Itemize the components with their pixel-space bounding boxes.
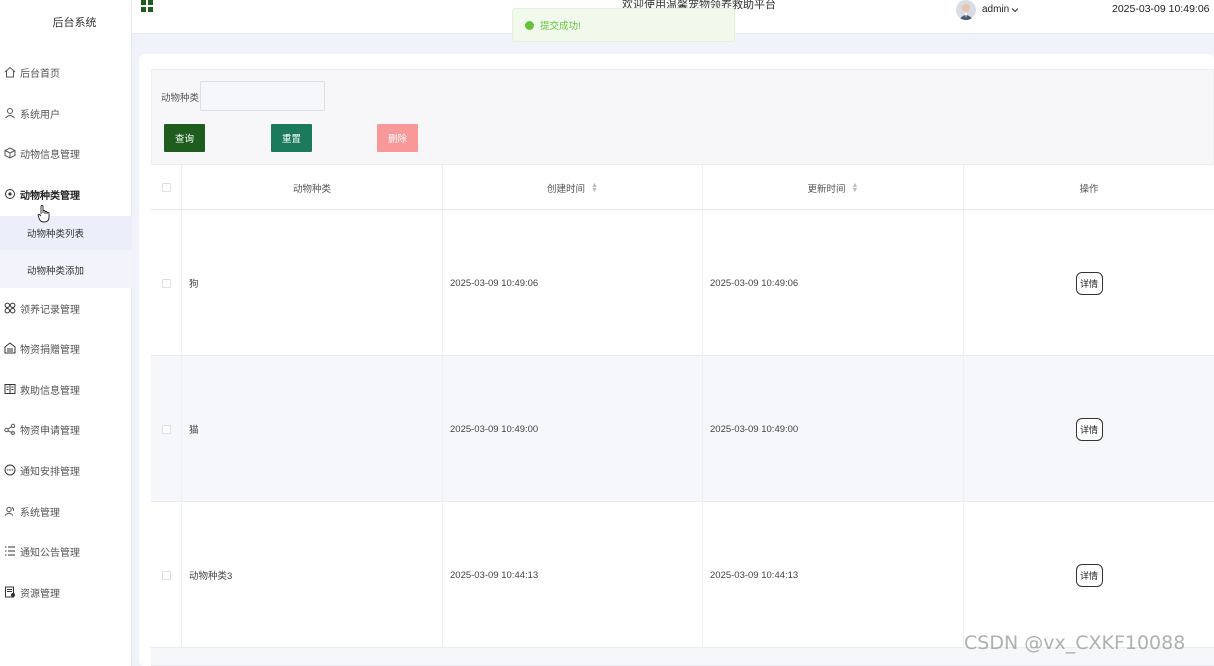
sidebar-item-label: 系统管理 xyxy=(20,507,60,519)
sidebar-item-animal-info[interactable]: 动物信息管理 xyxy=(0,141,132,165)
column-header-type: 动物种类 xyxy=(182,165,443,210)
table-row: 动物种类3 2025-03-09 10:44:13 2025-03-09 10:… xyxy=(151,502,1214,648)
column-header-label: 动物种类 xyxy=(292,183,331,195)
house-icon xyxy=(3,341,17,355)
sidebar-item-label: 后台首页 xyxy=(20,68,60,80)
sidebar-item-resources[interactable]: 资源管理 xyxy=(0,580,132,604)
sidebar-item-label: 物资申请管理 xyxy=(20,425,80,437)
cell-type: 动物种类3 xyxy=(182,502,443,648)
detail-button[interactable]: 详情 xyxy=(1075,563,1103,587)
sidebar-item-adoption[interactable]: 领养记录管理 xyxy=(0,296,132,320)
column-header-actions: 操作 xyxy=(964,165,1214,210)
submenu-item-label: 动物种类列表 xyxy=(27,229,85,240)
table-row: 狗 2025-03-09 10:49:06 2025-03-09 10:49:0… xyxy=(151,210,1214,356)
toast-message: 提交成功! xyxy=(540,21,581,32)
sidebar-item-label: 动物种类管理 xyxy=(20,190,80,202)
user-menu[interactable]: admin xyxy=(982,4,1019,15)
sidebar-item-notice-schedule[interactable]: 通知安排管理 xyxy=(0,458,132,482)
list-icon xyxy=(3,544,17,558)
book-icon xyxy=(3,382,17,396)
cell-actions: 详情 xyxy=(964,210,1214,356)
check-circle-icon xyxy=(525,20,534,30)
sidebar-item-supply-request[interactable]: 物资申请管理 xyxy=(0,417,132,441)
sidebar-item-label: 物资捐赠管理 xyxy=(20,344,80,356)
select-all-checkbox[interactable] xyxy=(161,183,171,192)
row-checkbox[interactable] xyxy=(161,570,171,580)
sort-icon[interactable]: ▲ ▼ xyxy=(852,182,859,194)
animal-type-search-input[interactable] xyxy=(200,81,325,111)
submenu-item-add[interactable]: 动物种类添加 xyxy=(0,253,132,287)
search-panel: 动物种类 查询 重置 删除 xyxy=(151,69,1214,165)
sidebar: 后台系统 后台首页 系统用户 动物信息管理 动物种类管理 动物种类列表 动物种类… xyxy=(0,0,132,666)
sidebar-item-label: 动物信息管理 xyxy=(20,149,80,161)
cell-created: 2025-03-09 10:44:13 xyxy=(443,502,703,648)
sidebar-item-label: 领养记录管理 xyxy=(20,304,80,316)
column-header-created[interactable]: 创建时间 ▲ ▼ xyxy=(443,165,703,210)
cell-created: 2025-03-09 10:49:00 xyxy=(443,356,703,502)
column-header-label: 更新时间 xyxy=(807,183,846,195)
sort-icon[interactable]: ▲ ▼ xyxy=(591,182,598,194)
row-select-cell xyxy=(151,502,182,648)
column-header-label: 创建时间 xyxy=(547,183,586,195)
cell-type: 狗 xyxy=(182,210,443,356)
target-icon xyxy=(3,187,17,201)
grid-circles-icon xyxy=(3,301,17,315)
query-button[interactable]: 查询 xyxy=(164,124,205,152)
user-icon xyxy=(3,106,17,120)
document-icon xyxy=(3,585,17,599)
cell-updated: 2025-03-09 10:44:13 xyxy=(703,502,964,648)
sidebar-item-animal-type[interactable]: 动物种类管理 xyxy=(0,182,132,206)
sidebar-item-label: 通知公告管理 xyxy=(20,547,80,559)
share-icon xyxy=(3,422,17,436)
sidebar-item-label: 系统用户 xyxy=(20,109,60,121)
chat-icon xyxy=(3,463,17,477)
chevron-down-icon xyxy=(1011,7,1019,12)
submenu-item-label: 动物种类添加 xyxy=(27,266,85,277)
row-select-cell xyxy=(151,356,182,502)
search-label: 动物种类 xyxy=(161,93,200,104)
brand-title: 后台系统 xyxy=(52,17,97,29)
row-checkbox[interactable] xyxy=(161,278,171,288)
sidebar-item-donation[interactable]: 物资捐赠管理 xyxy=(0,336,132,360)
submenu-animal-type: 动物种类列表 动物种类添加 xyxy=(0,216,132,288)
sidebar-item-home[interactable]: 后台首页 xyxy=(0,60,132,84)
sidebar-item-system[interactable]: 系统管理 xyxy=(0,499,132,523)
sidebar-item-label: 资源管理 xyxy=(20,588,60,600)
avatar[interactable] xyxy=(956,0,976,20)
animal-type-table: 动物种类 创建时间 ▲ ▼ 更新时间 ▲ ▼ 操作 狗 2025-03-09 10:… xyxy=(151,165,1214,666)
sidebar-item-label: 通知安排管理 xyxy=(20,466,80,478)
cell-actions: 详情 xyxy=(964,502,1214,648)
sidebar-item-system-users[interactable]: 系统用户 xyxy=(0,101,132,125)
header-select-all xyxy=(151,165,182,210)
hand-cursor-icon xyxy=(37,205,50,223)
detail-button[interactable]: 详情 xyxy=(1075,271,1103,295)
table-row: 猫 2025-03-09 10:49:00 2025-03-09 10:49:0… xyxy=(151,356,1214,502)
menu-toggle-icon[interactable] xyxy=(141,0,153,14)
cell-created: 2025-03-09 10:49:06 xyxy=(443,210,703,356)
success-toast: 提交成功! xyxy=(512,8,735,42)
table-header: 动物种类 创建时间 ▲ ▼ 更新时间 ▲ ▼ 操作 xyxy=(151,165,1214,210)
row-select-cell xyxy=(151,210,182,356)
reset-button[interactable]: 重置 xyxy=(271,124,312,152)
users-icon xyxy=(3,504,17,518)
cube-icon xyxy=(3,146,17,160)
current-datetime: 2025-03-09 10:49:06 xyxy=(1112,3,1210,15)
column-header-label: 操作 xyxy=(1079,183,1099,195)
delete-button[interactable]: 删除 xyxy=(377,124,418,152)
home-icon xyxy=(3,65,17,79)
sidebar-item-rescue[interactable]: 救助信息管理 xyxy=(0,377,132,401)
username: admin xyxy=(982,4,1010,15)
column-header-updated[interactable]: 更新时间 ▲ ▼ xyxy=(703,165,964,210)
sidebar-item-announcement[interactable]: 通知公告管理 xyxy=(0,539,132,563)
cell-updated: 2025-03-09 10:49:06 xyxy=(703,210,964,356)
submenu-item-list[interactable]: 动物种类列表 xyxy=(0,216,132,250)
cell-actions: 详情 xyxy=(964,356,1214,502)
watermark: CSDN @vx_CXKF10088 xyxy=(964,632,1186,654)
sidebar-item-label: 救助信息管理 xyxy=(20,385,80,397)
row-checkbox[interactable] xyxy=(161,424,171,434)
cell-type: 猫 xyxy=(182,356,443,502)
detail-button[interactable]: 详情 xyxy=(1075,417,1103,441)
cell-updated: 2025-03-09 10:49:00 xyxy=(703,356,964,502)
